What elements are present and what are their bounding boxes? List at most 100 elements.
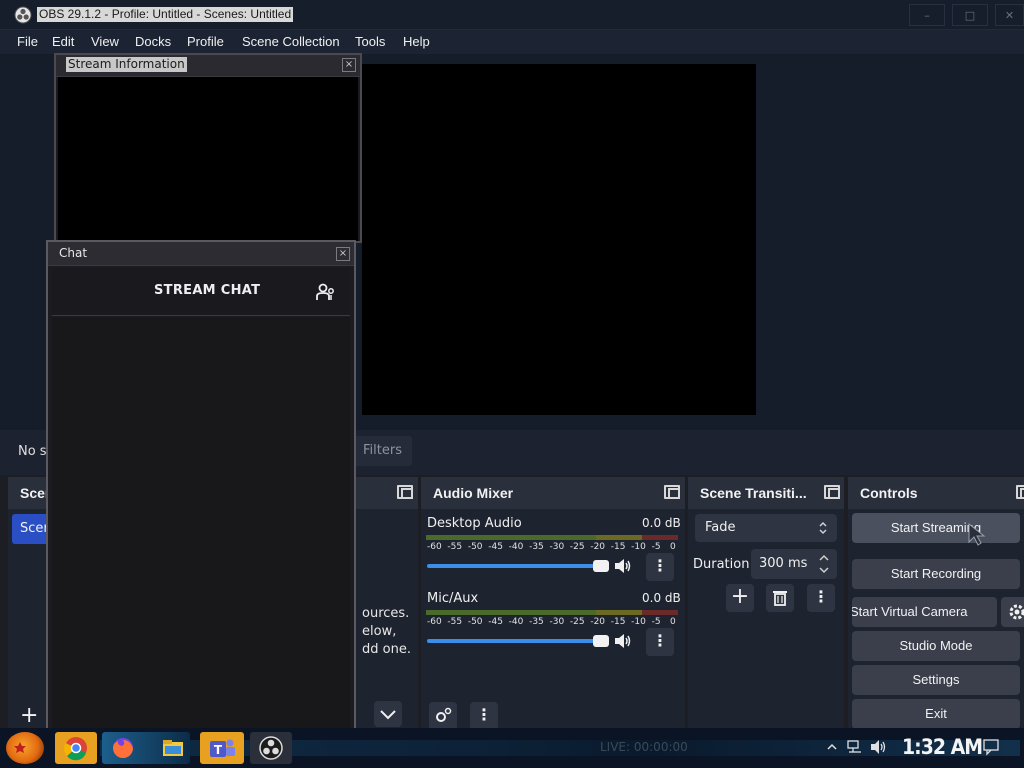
- meter-tick-label: -45: [488, 617, 503, 627]
- meter-tick-label: 0: [670, 617, 676, 627]
- float-dock-icon[interactable]: [824, 485, 840, 499]
- meter-tick-label: -15: [610, 542, 626, 552]
- obs-taskbar-button[interactable]: [250, 732, 292, 764]
- settings-button[interactable]: Settings: [852, 665, 1020, 695]
- folder-icon: [163, 740, 183, 756]
- mic-aux-volume-slider[interactable]: [427, 635, 609, 647]
- close-button[interactable]: ✕: [995, 4, 1024, 26]
- taskbar-clock[interactable]: 1:32 AM: [902, 735, 983, 759]
- transition-menu-button[interactable]: ⋮: [807, 584, 835, 612]
- meter-tick-label: -50: [467, 542, 483, 552]
- chat-title: Chat: [59, 246, 88, 260]
- menu-docks[interactable]: Docks: [135, 34, 171, 49]
- audio-mixer-title: Audio Mixer: [433, 485, 514, 501]
- obs-logo-icon: [14, 6, 32, 24]
- start-virtual-camera-button[interactable]: Start Virtual Camera: [852, 597, 997, 627]
- chrome-taskbar-button[interactable]: [55, 732, 97, 764]
- scene-transitions-header: Scene Transiti...: [688, 477, 844, 509]
- mic-aux-label: Mic/Aux: [427, 591, 479, 606]
- audio-mixer-menu-button[interactable]: ⋮: [470, 702, 498, 730]
- volume-icon[interactable]: [870, 739, 888, 755]
- menu-help[interactable]: Help: [403, 34, 430, 49]
- audio-mixer-settings-button[interactable]: [429, 702, 457, 730]
- speaker-icon[interactable]: [614, 633, 632, 649]
- desktop-audio-db: 0.0 dB: [642, 516, 681, 530]
- meter-tick-label: -10: [631, 542, 646, 552]
- studio-mode-button[interactable]: Studio Mode: [852, 631, 1020, 661]
- volume-slider-knob[interactable]: [593, 635, 609, 647]
- firefox-icon: [113, 738, 133, 758]
- start-recording-button[interactable]: Start Recording: [852, 559, 1020, 589]
- menu-scene-collection[interactable]: Scene Collection: [242, 34, 340, 49]
- filters-button[interactable]: Filters: [352, 436, 412, 466]
- float-dock-icon[interactable]: [1016, 485, 1024, 499]
- start-streaming-button[interactable]: Start Streaming: [852, 513, 1020, 543]
- maximize-button[interactable]: □: [952, 4, 988, 26]
- duration-value: 300 ms: [759, 556, 808, 571]
- float-dock-icon[interactable]: [664, 485, 680, 499]
- obs-window: OBS 29.1.2 - Profile: Untitled - Scenes:…: [0, 0, 1024, 768]
- meter-tick-label: -50: [467, 617, 483, 627]
- mic-aux-ticks: -60 -55 -50 -45 -40 -35 -30 -25 -20 -15 -10 -5 0: [427, 617, 679, 629]
- float-dock-icon[interactable]: [397, 485, 413, 499]
- audio-mixer-header: Audio Mixer: [421, 477, 685, 509]
- sources-empty-text: ources. elow, dd one.: [362, 605, 411, 659]
- volume-slider-knob[interactable]: [593, 560, 609, 572]
- transition-select[interactable]: Fade: [695, 514, 837, 542]
- no-source-label: No s: [18, 444, 47, 459]
- speaker-icon[interactable]: [614, 558, 632, 574]
- remove-transition-button[interactable]: [766, 584, 794, 612]
- sources-more-button[interactable]: [374, 701, 402, 727]
- mic-aux-menu-button[interactable]: ⋮: [646, 628, 674, 656]
- close-icon[interactable]: ×: [342, 58, 356, 72]
- sources-empty-line: elow,: [362, 624, 397, 639]
- duration-spinbox[interactable]: 300 ms: [751, 549, 837, 579]
- spin-arrows-icon[interactable]: [817, 552, 831, 576]
- preview-canvas[interactable]: [362, 64, 756, 415]
- transition-select-value: Fade: [705, 520, 736, 535]
- menu-tools[interactable]: Tools: [355, 34, 385, 49]
- file-explorer-taskbar-button[interactable]: [160, 732, 186, 764]
- meter-tick-label: -60: [427, 617, 442, 627]
- taskbar: T LIVE: 00:00:00: [0, 728, 1024, 768]
- sources-empty-line: dd one.: [362, 642, 411, 657]
- desktop-audio-menu-button[interactable]: ⋮: [646, 553, 674, 581]
- menu-file[interactable]: File: [17, 34, 38, 49]
- users-icon[interactable]: [316, 282, 336, 302]
- meter-tick-label: -45: [488, 542, 503, 552]
- minimize-button[interactable]: –: [909, 4, 945, 26]
- chat-toolbar: STREAM CHAT: [52, 268, 350, 316]
- start-button[interactable]: [6, 732, 44, 764]
- menu-view[interactable]: View: [91, 34, 119, 49]
- add-scene-button[interactable]: +: [20, 705, 38, 727]
- teams-icon: T: [210, 739, 235, 757]
- title-bar: OBS 29.1.2 - Profile: Untitled - Scenes:…: [0, 0, 1024, 30]
- desktop-audio-meter: [426, 535, 678, 540]
- chat-messages-area: [52, 317, 350, 728]
- meter-tick-label: -30: [549, 617, 565, 627]
- meter-tick-label: -25: [569, 617, 585, 627]
- exit-button[interactable]: Exit: [852, 699, 1020, 729]
- meter-tick-label: -15: [610, 617, 626, 627]
- meter-tick-label: -35: [529, 542, 544, 552]
- sources-dock: ources. elow, dd one.: [356, 477, 418, 728]
- virtual-camera-settings-button[interactable]: [1001, 597, 1024, 627]
- menu-edit[interactable]: Edit: [52, 34, 74, 49]
- stream-information-window: Stream Information ×: [54, 53, 362, 243]
- desktop-audio-volume-slider[interactable]: [427, 560, 609, 572]
- meter-tick-label: -10: [631, 617, 646, 627]
- gear-icon: [436, 707, 452, 722]
- teams-taskbar-button[interactable]: T: [200, 732, 244, 764]
- mouse-cursor-icon: [968, 522, 986, 546]
- network-icon[interactable]: [846, 739, 864, 755]
- stream-information-header: Stream Information ×: [56, 55, 360, 77]
- close-icon[interactable]: ×: [336, 247, 350, 261]
- menu-profile[interactable]: Profile: [187, 34, 224, 49]
- meter-tick-label: -20: [590, 617, 606, 627]
- meter-tick-label: -60: [427, 542, 442, 552]
- chevron-up-icon[interactable]: [826, 741, 838, 753]
- sources-empty-line: ources.: [362, 606, 410, 621]
- filters-label: Filters: [363, 443, 402, 458]
- add-transition-button[interactable]: +: [726, 584, 754, 612]
- notifications-icon[interactable]: [982, 738, 1000, 756]
